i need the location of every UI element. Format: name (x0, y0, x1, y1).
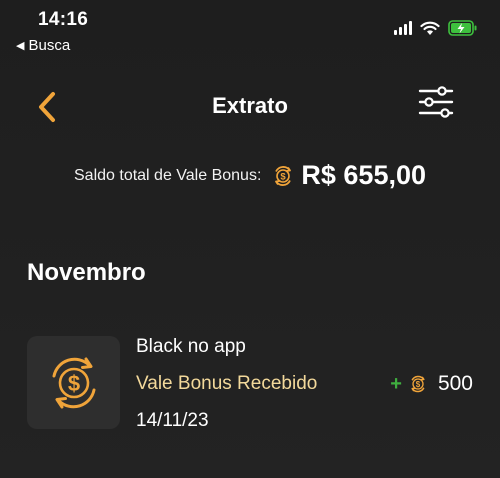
battery-charging-icon (448, 20, 477, 36)
coin-icon: $ (411, 375, 425, 393)
transaction-title: Black no app (136, 336, 246, 357)
amount-value: 500 (437, 372, 473, 395)
dollar-cycle-icon: $ (52, 357, 95, 408)
filter-sliders-icon[interactable] (418, 86, 454, 118)
extrato-screen: 14:16 ◀ Busca Extrato Saldo total de Val… (0, 0, 500, 478)
transaction-amount: + $ 500 (390, 372, 473, 396)
status-time: 14:16 (38, 9, 89, 30)
amount-sign: + (390, 372, 402, 395)
back-to-app-link[interactable]: ◀ Busca (16, 37, 70, 54)
back-app-label: Busca (28, 37, 71, 54)
svg-text:$: $ (281, 171, 287, 182)
cellular-signal-icon (394, 21, 412, 35)
transaction-date: 14/11/23 (136, 410, 209, 431)
status-indicators (394, 20, 478, 36)
balance-amount: R$ 655,00 (301, 160, 426, 190)
svg-text:$: $ (416, 380, 421, 389)
balance-label: Saldo total de Vale Bonus: (74, 166, 262, 184)
balance-summary: Saldo total de Vale Bonus: $ R$ 655,00 (0, 160, 500, 191)
svg-text:$: $ (67, 371, 79, 396)
transaction-type: Vale Bonus Recebido (136, 373, 318, 394)
wifi-icon (420, 21, 440, 35)
coin-icon: $ (275, 165, 292, 186)
back-triangle-icon: ◀ (16, 40, 25, 52)
month-header: Novembro (27, 259, 146, 286)
transaction-icon-box: $ (27, 336, 120, 429)
